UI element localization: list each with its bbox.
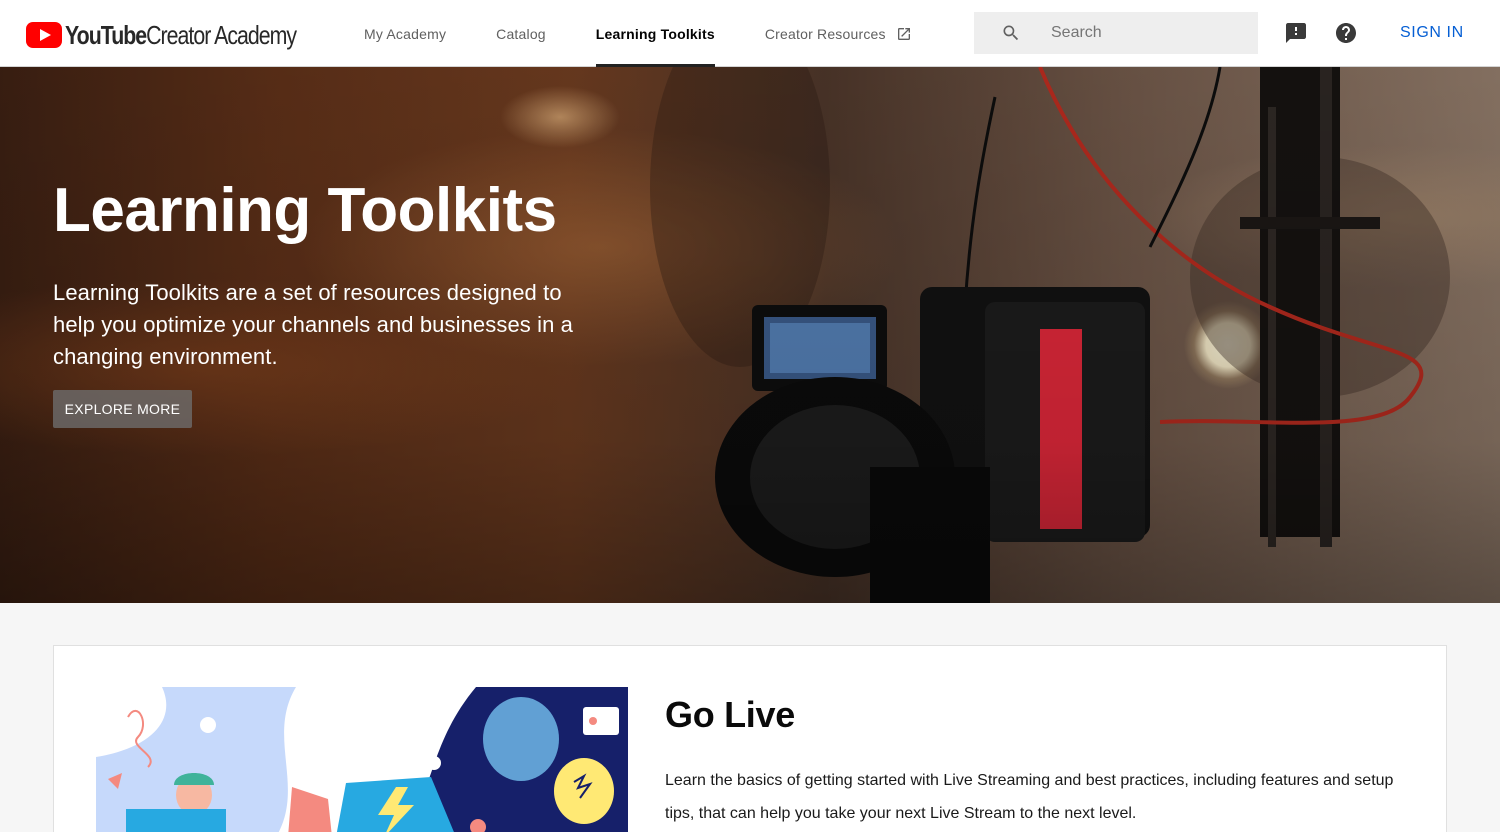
help-icon[interactable] [1334, 21, 1358, 45]
go-live-card[interactable]: Go Live Learn the basics of getting star… [53, 645, 1447, 832]
nav-label: My Academy [364, 25, 447, 42]
nav-label: Catalog [496, 25, 546, 42]
search-input[interactable] [1051, 24, 1241, 42]
hero-description: Learning Toolkits are a set of resources… [53, 280, 573, 369]
nav-label: Creator Resources [764, 25, 886, 42]
explore-more-button[interactable]: EXPLORE MORE [53, 390, 192, 428]
main-nav: My Academy Catalog Learning Toolkits Cre… [364, 0, 962, 67]
nav-learning-toolkits[interactable]: Learning Toolkits [595, 0, 715, 67]
nav-creator-resources[interactable]: Creator Resources [765, 0, 912, 67]
nav-label: Learning Toolkits [595, 25, 715, 42]
youtube-play-icon [26, 22, 62, 48]
search-box[interactable] [974, 12, 1258, 54]
top-header: YouTubeCreator Academy My Academy Catalo… [0, 0, 1500, 67]
card-description: Learn the basics of getting started with… [665, 772, 1394, 822]
feedback-icon[interactable] [1284, 21, 1308, 45]
hero-title: Learning Toolkits [53, 176, 557, 245]
search-icon[interactable] [1001, 23, 1021, 43]
nav-catalog[interactable]: Catalog [496, 0, 546, 67]
nav-my-academy[interactable]: My Academy [364, 0, 446, 67]
external-link-icon [897, 27, 910, 40]
youtube-creator-academy-logo[interactable]: YouTubeCreator Academy [26, 18, 347, 52]
hero-banner: Learning Toolkits Learning Toolkits are … [0, 67, 1500, 603]
logo-text: YouTubeCreator Academy [65, 19, 297, 50]
card-title[interactable]: Go Live [665, 694, 795, 736]
sign-in-link[interactable]: SIGN IN [1400, 24, 1464, 42]
go-live-illustration [96, 687, 628, 832]
